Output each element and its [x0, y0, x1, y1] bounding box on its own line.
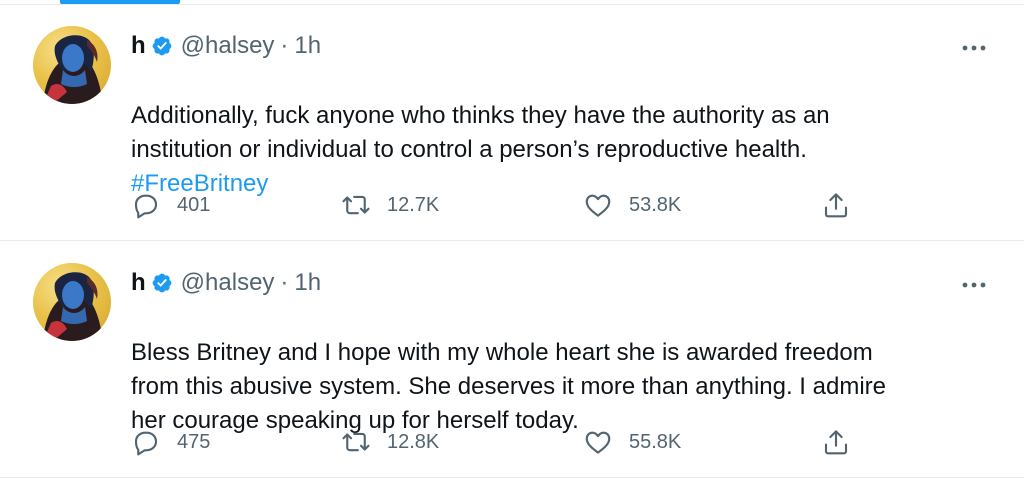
tweet[interactable]: h @halsey · 1h Bless Britney and I hope … — [0, 242, 1024, 478]
heart-icon — [585, 431, 611, 454]
share-button[interactable] — [821, 422, 851, 462]
reply-count: 401 — [177, 193, 211, 216]
tweet[interactable]: h @halsey · 1h Additionally, fuck anyone… — [0, 5, 1024, 241]
user-handle[interactable]: @halsey — [181, 269, 275, 297]
timestamp[interactable]: 1h — [294, 32, 321, 60]
display-name[interactable]: h — [131, 269, 146, 297]
retweet-arrows-icon — [342, 432, 370, 452]
avatar[interactable] — [33, 263, 111, 341]
retweet-count: 12.7K — [387, 193, 440, 216]
user-handle[interactable]: @halsey — [181, 32, 275, 60]
share-upload-icon — [824, 430, 848, 455]
retweet-button[interactable]: 12.8K — [341, 422, 439, 462]
retweet-arrows-icon — [342, 195, 370, 215]
avatar-image — [43, 272, 103, 341]
comment-bubble-icon — [134, 431, 158, 456]
avatar[interactable] — [33, 26, 111, 104]
reply-button[interactable]: 475 — [131, 422, 210, 462]
tweet-actions: 401 12.7K 53.8K — [131, 185, 861, 225]
verified-badge-icon — [152, 36, 172, 56]
reply-button[interactable]: 401 — [131, 185, 210, 225]
like-count: 55.8K — [629, 430, 682, 453]
share-button[interactable] — [821, 185, 851, 225]
separator-dot: · — [280, 269, 289, 296]
tweet-body: Bless Britney and I hope with my whole h… — [131, 339, 887, 434]
more-horizontal-icon[interactable] — [958, 273, 990, 297]
tweet-body: Additionally, fuck anyone who thinks the… — [131, 102, 830, 163]
heart-icon — [585, 194, 611, 217]
share-upload-icon — [824, 193, 848, 218]
avatar-image — [43, 35, 103, 104]
retweet-count: 12.8K — [387, 430, 440, 453]
separator-dot: · — [280, 32, 289, 59]
timestamp[interactable]: 1h — [294, 269, 321, 297]
tweet-header: h @halsey · 1h — [131, 266, 321, 300]
more-horizontal-icon[interactable] — [958, 36, 990, 60]
like-button[interactable]: 53.8K — [583, 185, 681, 225]
tweet-text: Bless Britney and I hope with my whole h… — [131, 302, 981, 438]
tweet-actions: 475 12.8K 55.8K — [131, 422, 861, 462]
display-name[interactable]: h — [131, 32, 146, 60]
reply-count: 475 — [177, 430, 211, 453]
comment-bubble-icon — [134, 194, 158, 219]
verified-badge-icon — [152, 273, 172, 293]
retweet-button[interactable]: 12.7K — [341, 185, 439, 225]
tweet-header: h @halsey · 1h — [131, 29, 321, 63]
like-button[interactable]: 55.8K — [583, 422, 681, 462]
like-count: 53.8K — [629, 193, 682, 216]
